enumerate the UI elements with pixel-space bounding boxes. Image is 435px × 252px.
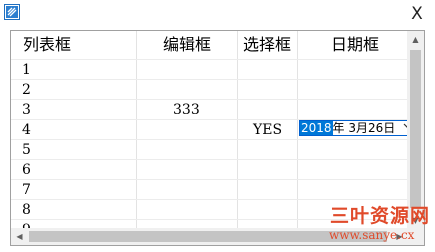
close-button[interactable]: X (405, 2, 429, 26)
table-row[interactable]: 7 (11, 180, 408, 200)
row-index: 7 (22, 182, 31, 198)
select-cell[interactable]: YES (253, 120, 282, 140)
column-header-date: 日期框 (331, 35, 380, 54)
column-header-select: 选择框 (243, 35, 292, 54)
date-picker[interactable]: 2018年 3月26日 (299, 120, 408, 136)
row-index: 5 (22, 142, 31, 158)
row-index: 2 (22, 82, 31, 98)
scroll-up-arrow-icon[interactable]: ▲ (407, 31, 424, 48)
column-header-edit: 编辑框 (163, 35, 212, 54)
date-rest: 年 3月26日 (332, 121, 396, 135)
table-row[interactable]: 3 333 (11, 100, 408, 120)
date-year-selected[interactable]: 2018 (300, 121, 333, 135)
row-index: 8 (22, 202, 31, 218)
vertical-scrollbar[interactable]: ▲ ▼ (407, 31, 424, 229)
watermark-title: 三叶资源网 (330, 205, 431, 227)
edit-cell[interactable]: 333 (173, 100, 200, 120)
vertical-scroll-thumb[interactable] (410, 50, 421, 208)
table-row[interactable]: 5 (11, 140, 408, 160)
table-row[interactable]: 1 (11, 60, 408, 80)
table-row[interactable]: 6 (11, 160, 408, 180)
column-header-list: 列表框 (23, 35, 72, 54)
row-index: 6 (22, 162, 31, 178)
grid-body: 列表框 编辑框 选择框 日期框 1 2 3 333 4 YES 5 6 7 8 … (11, 31, 408, 229)
app-icon (4, 4, 20, 20)
title-bar: X (0, 0, 435, 30)
scroll-left-arrow-icon[interactable]: ◀ (11, 228, 28, 245)
row-index: 4 (22, 122, 31, 138)
row-index: 3 (22, 102, 31, 118)
table-row[interactable]: 2 (11, 80, 408, 100)
row-index: 1 (22, 62, 31, 78)
watermark-url: www.sanye.cx (329, 228, 415, 242)
